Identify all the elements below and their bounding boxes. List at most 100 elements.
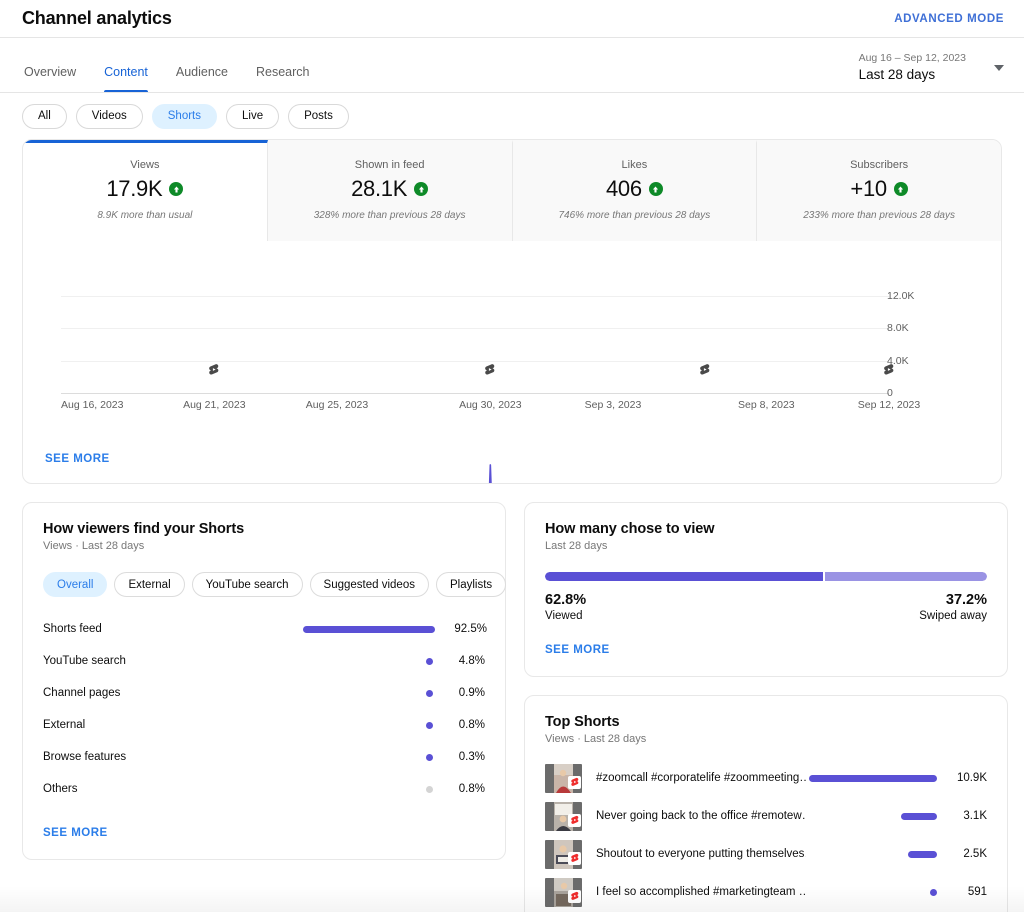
viewed-bar-segment bbox=[545, 572, 823, 581]
swiped-stat: 37.2% Swiped away bbox=[919, 592, 987, 622]
advanced-mode-button[interactable]: ADVANCED MODE bbox=[894, 13, 1004, 25]
traffic-chip-suggested-videos[interactable]: Suggested videos bbox=[310, 572, 429, 597]
traffic-source-row[interactable]: External0.8% bbox=[43, 709, 485, 741]
y-tick-label: 12.0K bbox=[887, 290, 914, 302]
metric-value-shown-in-feed: 28.1K bbox=[351, 176, 407, 202]
metric-label-views: Views bbox=[31, 157, 259, 173]
traffic-see-more-link[interactable]: SEE MORE bbox=[43, 827, 108, 839]
tab-content[interactable]: Content bbox=[90, 65, 162, 92]
chevron-down-icon[interactable] bbox=[994, 65, 1004, 71]
chart-y-axis-labels: 12.0K8.0K4.0K0 bbox=[887, 263, 957, 393]
left-column: How viewers find your Shorts Views · Las… bbox=[22, 502, 506, 912]
right-column: How many chose to view Last 28 days 62.8… bbox=[524, 502, 1008, 912]
traffic-bar-area bbox=[303, 722, 443, 729]
top-shorts-value: 10.9K bbox=[947, 772, 987, 784]
traffic-bar-area bbox=[303, 786, 443, 793]
top-bar: Channel analytics ADVANCED MODE bbox=[0, 0, 1024, 38]
traffic-chip-overall[interactable]: Overall bbox=[43, 572, 107, 597]
page-title: Channel analytics bbox=[22, 8, 172, 29]
top-shorts-value: 591 bbox=[947, 886, 987, 898]
x-tick-label: Sep 3, 2023 bbox=[585, 399, 642, 411]
metric-label-shown-in-feed: Shown in feed bbox=[276, 157, 504, 173]
traffic-source-value: 92.5% bbox=[445, 623, 487, 635]
traffic-source-row[interactable]: Channel pages0.9% bbox=[43, 677, 485, 709]
viewed-label: Viewed bbox=[545, 610, 586, 622]
video-thumbnail[interactable] bbox=[545, 764, 582, 793]
traffic-source-row[interactable]: Browse features0.3% bbox=[43, 741, 485, 773]
traffic-see-more-wrap: SEE MORE bbox=[43, 823, 485, 841]
shorts-icon[interactable] bbox=[883, 363, 896, 381]
filter-chip-all[interactable]: All bbox=[22, 104, 67, 129]
shorts-icon bbox=[568, 814, 581, 827]
overview-metrics-card: Views17.9K8.9K more than usualShown in f… bbox=[22, 139, 1002, 484]
chose-see-more-link[interactable]: SEE MORE bbox=[545, 644, 610, 656]
traffic-source-name: YouTube search bbox=[43, 655, 303, 667]
metric-tile-subscribers[interactable]: Subscribers+10233% more than previous 28… bbox=[757, 140, 1001, 241]
shorts-icon bbox=[568, 890, 581, 903]
traffic-source-row[interactable]: Others0.8% bbox=[43, 773, 485, 805]
traffic-source-row[interactable]: Shorts feed92.5% bbox=[43, 613, 485, 645]
trend-up-icon bbox=[169, 182, 183, 196]
top-shorts-value: 2.5K bbox=[947, 848, 987, 860]
date-range-selector[interactable]: Aug 16 – Sep 12, 2023 Last 28 days bbox=[859, 51, 1004, 92]
metric-sub-likes: 746% more than previous 28 days bbox=[521, 209, 749, 223]
traffic-chip-youtube-search[interactable]: YouTube search bbox=[192, 572, 303, 597]
shorts-icon[interactable] bbox=[208, 363, 221, 381]
metric-tile-likes[interactable]: Likes 406 746% more than previous 28 days bbox=[513, 140, 758, 241]
top-shorts-row[interactable]: Shoutout to everyone putting themselves…… bbox=[545, 835, 987, 873]
metric-sub-shown-in-feed: 328% more than previous 28 days bbox=[276, 209, 504, 223]
tab-overview[interactable]: Overview bbox=[22, 65, 90, 92]
traffic-source-value: 4.8% bbox=[443, 655, 485, 667]
metric-tiles: Views17.9K8.9K more than usualShown in f… bbox=[23, 140, 1001, 241]
traffic-source-name: Others bbox=[43, 783, 303, 795]
traffic-bar-area bbox=[303, 754, 443, 761]
top-shorts-card: Top Shorts Views · Last 28 days #zoomcal… bbox=[524, 695, 1008, 912]
metric-value-likes: 406 bbox=[606, 176, 642, 202]
tab-audience[interactable]: Audience bbox=[162, 65, 242, 92]
video-thumbnail[interactable] bbox=[545, 840, 582, 869]
chart-x-axis-labels: Aug 16, 2023Aug 21, 2023Aug 25, 2023Aug … bbox=[61, 399, 889, 417]
tab-list: OverviewContentAudienceResearch bbox=[22, 65, 324, 92]
chart-plot-area: 12.0K8.0K4.0K0 Aug 16, 2023Aug 21, 2023A… bbox=[45, 263, 979, 393]
top-shorts-list: #zoomcall #corporatelife #zoommeeting…10… bbox=[545, 759, 987, 912]
traffic-sources-title: How viewers find your Shorts bbox=[43, 521, 485, 537]
filter-chip-posts[interactable]: Posts bbox=[288, 104, 349, 129]
traffic-chip-playlists[interactable]: Playlists bbox=[436, 572, 506, 597]
chose-to-view-subtitle: Last 28 days bbox=[545, 540, 987, 552]
top-shorts-value: 3.1K bbox=[947, 810, 987, 822]
x-tick-label: Sep 8, 2023 bbox=[738, 399, 795, 411]
chose-to-view-card: How many chose to view Last 28 days 62.8… bbox=[524, 502, 1008, 677]
traffic-chip-external[interactable]: External bbox=[114, 572, 184, 597]
top-shorts-title-text: Never going back to the office #remotew… bbox=[596, 810, 806, 822]
top-shorts-subtitle: Views · Last 28 days bbox=[545, 733, 987, 745]
tab-research[interactable]: Research bbox=[242, 65, 324, 92]
top-shorts-title-text: I feel so accomplished #marketingteam … bbox=[596, 886, 806, 898]
top-shorts-row[interactable]: #zoomcall #corporatelife #zoommeeting…10… bbox=[545, 759, 987, 797]
metric-value-row-likes: 406 bbox=[521, 176, 749, 202]
top-shorts-row[interactable]: Never going back to the office #remotew…… bbox=[545, 797, 987, 835]
filter-chip-live[interactable]: Live bbox=[226, 104, 279, 129]
top-shorts-row[interactable]: I feel so accomplished #marketingteam … 5… bbox=[545, 873, 987, 911]
filter-chip-videos[interactable]: Videos bbox=[76, 104, 143, 129]
traffic-bar-area bbox=[303, 690, 443, 697]
swiped-bar-segment bbox=[825, 572, 987, 581]
traffic-source-row[interactable]: YouTube search 4.8% bbox=[43, 645, 485, 677]
shorts-icon[interactable] bbox=[699, 363, 712, 381]
swiped-percent: 37.2% bbox=[919, 592, 987, 608]
viewed-percent: 62.8% bbox=[545, 592, 586, 608]
metric-value-subscribers: +10 bbox=[850, 176, 886, 202]
metric-tile-shown-in-feed[interactable]: Shown in feed 28.1K 328% more than previou… bbox=[268, 140, 513, 241]
main-content: Views17.9K8.9K more than usualShown in f… bbox=[0, 139, 1024, 912]
video-thumbnail[interactable] bbox=[545, 802, 582, 831]
metric-label-likes: Likes bbox=[521, 157, 749, 173]
metric-tile-views[interactable]: Views17.9K8.9K more than usual bbox=[23, 140, 268, 241]
shorts-icon[interactable] bbox=[484, 363, 497, 381]
traffic-dot bbox=[426, 722, 433, 729]
viewed-stat: 62.8% Viewed bbox=[545, 592, 586, 622]
x-tick-label: Sep 12, 2023 bbox=[858, 399, 920, 411]
video-thumbnail[interactable] bbox=[545, 878, 582, 907]
traffic-source-value: 0.8% bbox=[443, 719, 485, 731]
traffic-source-value: 0.9% bbox=[443, 687, 485, 699]
filter-chip-shorts[interactable]: Shorts bbox=[152, 104, 217, 129]
shorts-icon bbox=[568, 852, 581, 865]
